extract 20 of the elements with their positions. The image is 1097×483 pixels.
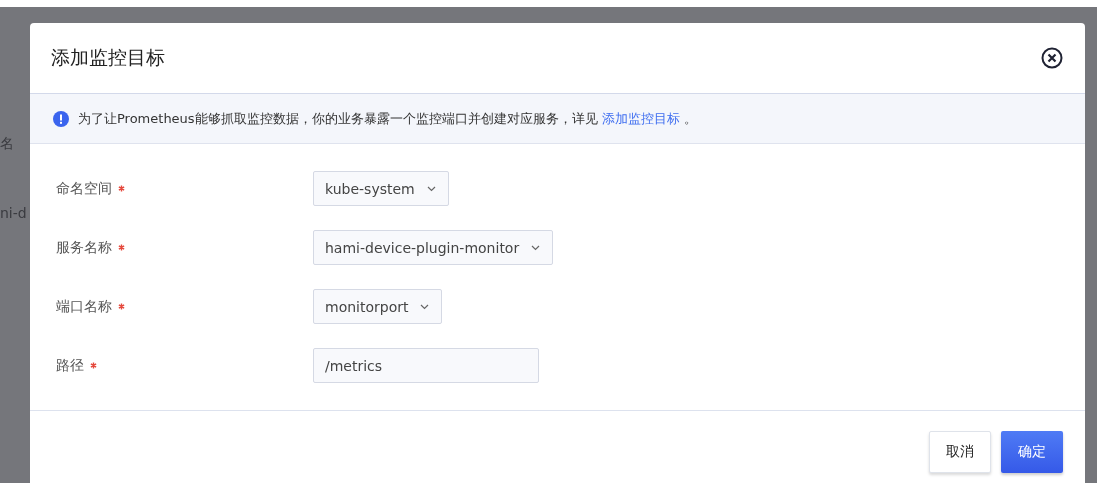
field-label: 端口名称: [56, 297, 112, 316]
chevron-down-icon: [531, 244, 541, 251]
input-field[interactable]: /metrics: [313, 348, 539, 383]
notice-text: 为了让Prometheus能够抓取监控数据，你的业务暴露一个监控端口并创建对应服务，详见 添加监控目标 。: [78, 109, 697, 128]
background-text: 名: [0, 135, 15, 153]
chevron-down-icon: [420, 303, 430, 310]
chevron-down-icon: [426, 185, 436, 192]
dialog-title: 添加监控目标: [51, 45, 165, 70]
field-label: 服务名称: [56, 238, 112, 257]
cancel-button[interactable]: 取消: [929, 431, 991, 473]
dropdown[interactable]: monitorport: [313, 289, 443, 324]
field-label: 命名空间: [56, 179, 112, 198]
notice-link[interactable]: 添加监控目标: [601, 110, 680, 126]
background-text: ni-d: [0, 205, 28, 221]
dropdown[interactable]: hami-device-plugin-monitor: [313, 230, 554, 265]
field-label: 路径: [56, 356, 84, 375]
close-icon[interactable]: [1041, 47, 1063, 69]
confirm-button[interactable]: 确定: [1001, 431, 1063, 473]
info-icon: [53, 110, 69, 127]
dropdown[interactable]: kube-system: [313, 171, 449, 206]
